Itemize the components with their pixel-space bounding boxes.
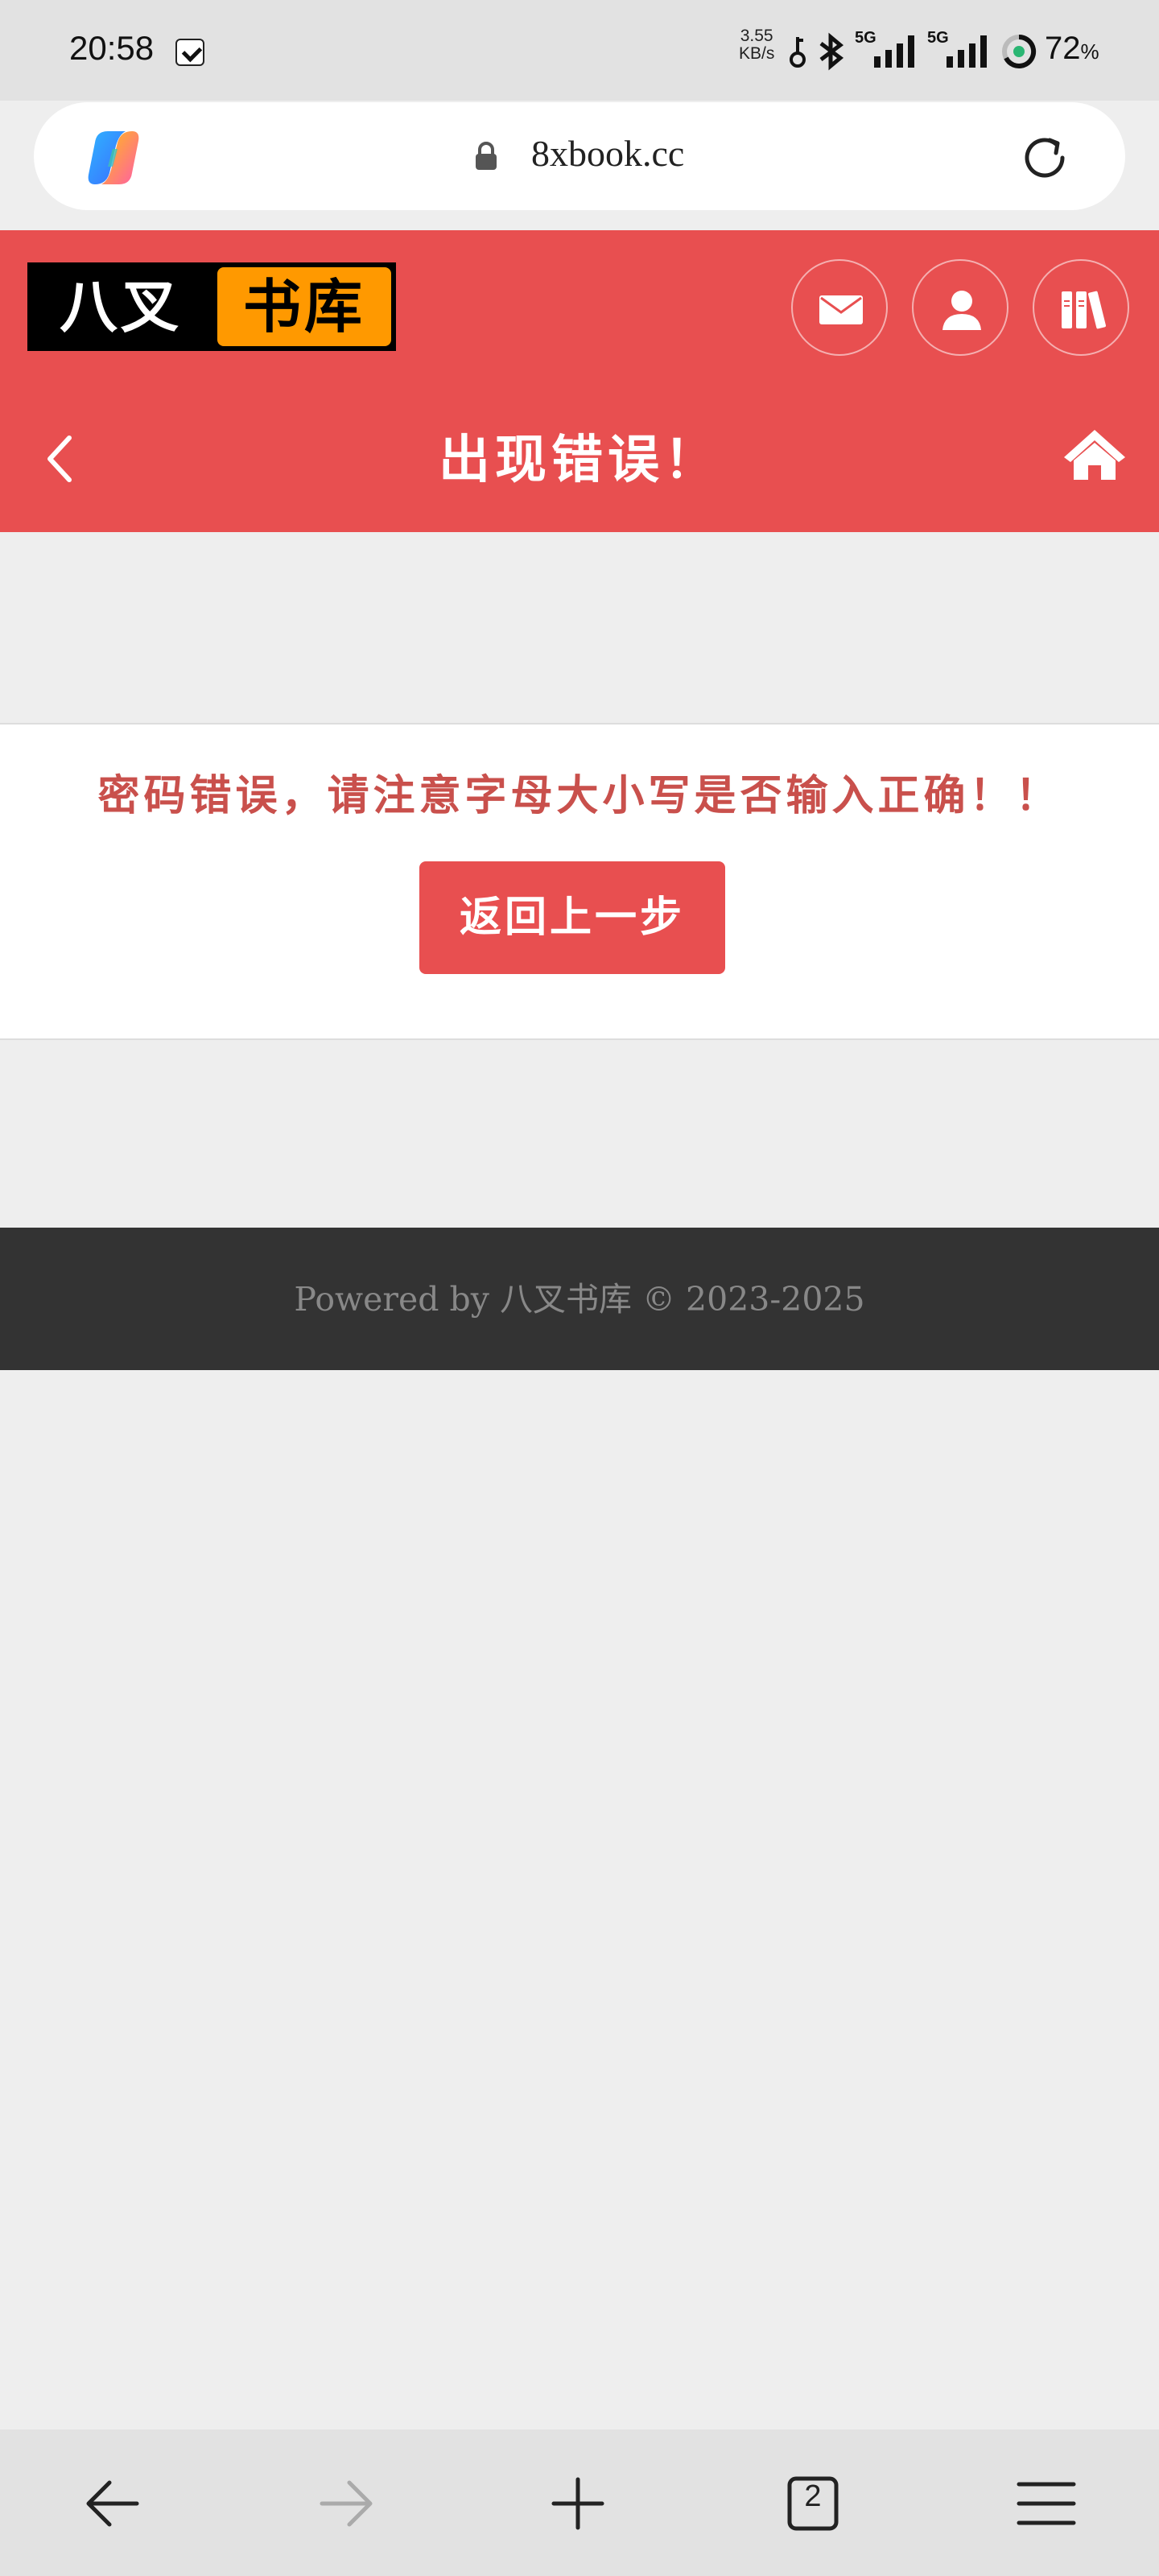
- reload-icon[interactable]: [1017, 130, 1072, 185]
- status-time: 20:58: [69, 29, 155, 67]
- url-text[interactable]: 8xbook.cc: [531, 132, 684, 175]
- forward-button[interactable]: [298, 2455, 394, 2552]
- network-speed: 3.55 KB/s: [739, 27, 775, 63]
- notification-icon: [175, 39, 204, 66]
- menu-button[interactable]: [998, 2455, 1095, 2552]
- bluetooth-icon: [819, 32, 844, 71]
- lock-icon: [476, 142, 497, 170]
- battery-level: 72%: [1045, 31, 1099, 66]
- page-title: 出现错误！: [439, 430, 720, 490]
- user-icon: [942, 291, 981, 330]
- mail-button[interactable]: [791, 259, 888, 356]
- new-tab-button[interactable]: [530, 2455, 626, 2552]
- battery-ring-icon: [1002, 34, 1037, 68]
- copilot-icon[interactable]: [80, 125, 146, 191]
- back-button[interactable]: [64, 2455, 161, 2552]
- bookshelf-icon: [1062, 291, 1106, 329]
- back-arrow-icon: [86, 2480, 139, 2527]
- return-button[interactable]: 返回上一步: [419, 861, 725, 974]
- mail-icon: [819, 295, 863, 324]
- menu-icon: [1017, 2482, 1076, 2525]
- key-icon: [790, 37, 806, 68]
- signal-icon-2: [947, 35, 987, 68]
- logo-text-left: 八叉: [59, 273, 182, 341]
- logo-text-right: 书库: [217, 267, 391, 346]
- signal-icon-1: [874, 35, 914, 68]
- tabs-button[interactable]: 2: [765, 2455, 861, 2552]
- footer-text: Powered by 八叉书库 © 2023-2025: [294, 1280, 865, 1319]
- home-icon[interactable]: [1062, 427, 1127, 483]
- tab-count: 2: [804, 2479, 822, 2513]
- error-message: 密码错误，请注意字母大小写是否输入正确！！: [97, 771, 1062, 820]
- forward-arrow-icon: [320, 2480, 373, 2527]
- bookshelf-button[interactable]: [1033, 259, 1129, 356]
- user-button[interactable]: [912, 259, 1008, 356]
- new-tab-icon: [551, 2477, 604, 2530]
